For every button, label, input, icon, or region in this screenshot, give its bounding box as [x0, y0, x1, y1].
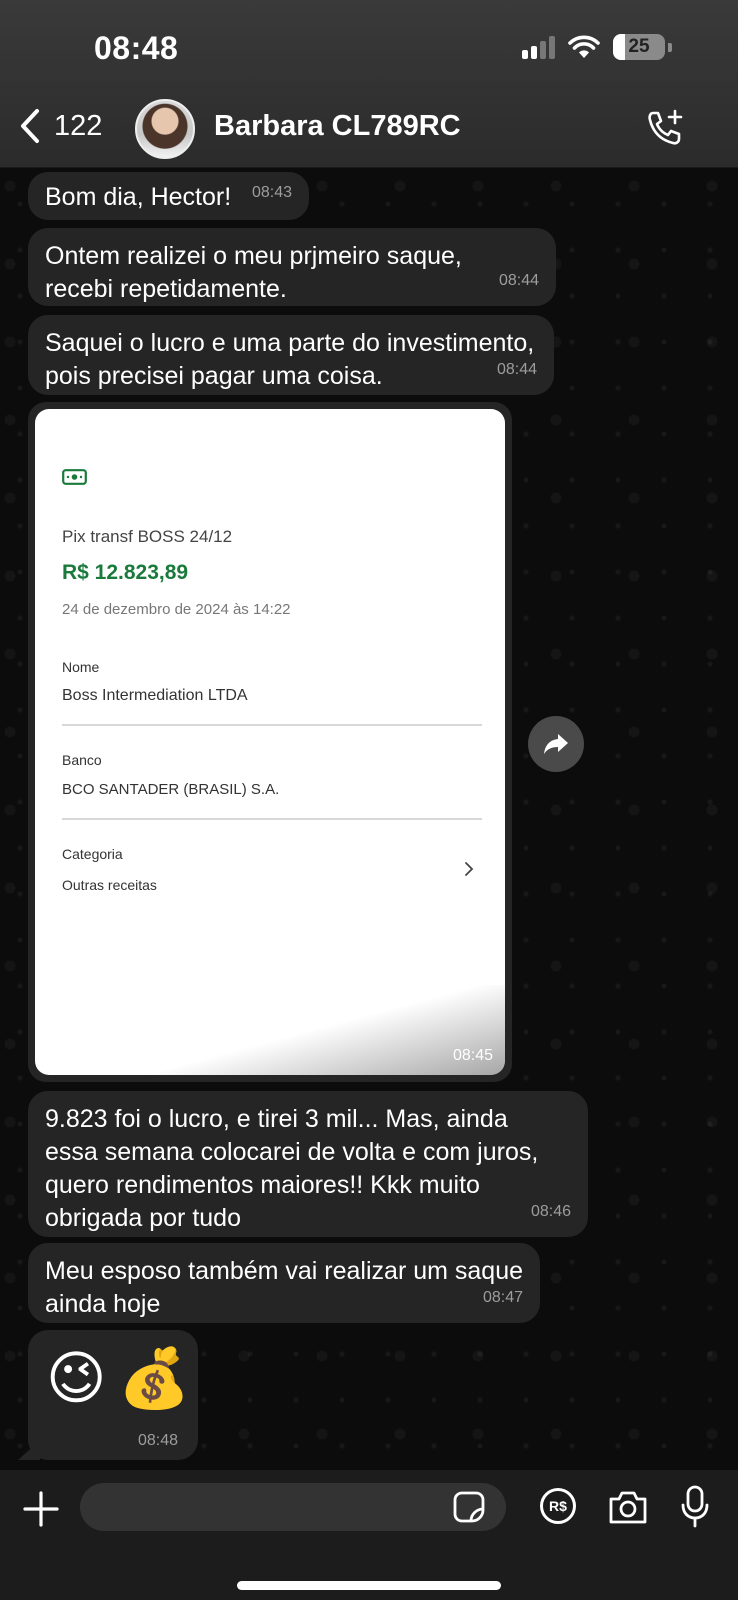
- message-bubble[interactable]: Bom dia, Hector! 08:43: [28, 172, 309, 220]
- bank-label: Banco: [62, 752, 102, 768]
- plus-icon[interactable]: [22, 1490, 60, 1528]
- status-icons: 25: [522, 34, 672, 60]
- forward-arrow-icon: [544, 734, 568, 754]
- winking-face-emoji: 😉: [46, 1344, 107, 1412]
- receipt-title: Pix transf BOSS 24/12: [62, 527, 233, 546]
- home-indicator[interactable]: [237, 1581, 501, 1590]
- receipt-amount: R$ 12.823,89: [62, 561, 189, 584]
- message-time: 08:46: [530, 1203, 571, 1220]
- avatar[interactable]: [135, 99, 195, 159]
- message-input[interactable]: [80, 1483, 506, 1531]
- category-value: Outras receitas: [62, 877, 157, 893]
- message-time: 08:45: [452, 1047, 493, 1064]
- payment-label: R$: [549, 1498, 567, 1514]
- name-label: Nome: [62, 659, 100, 675]
- back-button[interactable]: 122: [18, 108, 102, 144]
- message-time: 08:48: [137, 1432, 178, 1449]
- chevron-left-icon: [21, 109, 39, 143]
- message-time: 08:47: [482, 1289, 523, 1306]
- message-time: 08:44: [496, 361, 537, 378]
- contact-name[interactable]: Barbara CL789RC: [214, 110, 461, 143]
- divider: [62, 818, 482, 820]
- chevron-right-icon: [465, 862, 474, 876]
- message-text: Saquei o lucro e uma parte do investimen…: [45, 329, 535, 390]
- bank-value: BCO SANTADER (BRASIL) S.A.: [62, 781, 280, 798]
- message-time: 08:43: [251, 184, 292, 201]
- signal-icon: [522, 35, 555, 59]
- divider: [62, 724, 482, 726]
- payment-button[interactable]: R$: [540, 1488, 576, 1524]
- unread-count: 122: [54, 109, 103, 142]
- call-add-icon[interactable]: [645, 108, 685, 148]
- money-bag-emoji: 💰: [118, 1344, 191, 1412]
- wifi-icon: [568, 35, 600, 58]
- status-time: 08:48: [94, 30, 179, 66]
- receipt-date: 24 de dezembro de 2024 às 14:22: [62, 601, 291, 618]
- sticker-icon[interactable]: [452, 1490, 486, 1524]
- message-text: Bom dia, Hector!: [45, 183, 232, 211]
- camera-icon[interactable]: [607, 1488, 649, 1526]
- message-bubble[interactable]: Meu esposo também vai realizar um saque …: [28, 1243, 540, 1323]
- microphone-icon[interactable]: [680, 1485, 710, 1529]
- message-text: Ontem realizei o meu prjmeiro saque, rec…: [45, 242, 462, 303]
- message-text: 9.823 foi o lucro, e tirei 3 mil... Mas,…: [45, 1105, 539, 1232]
- message-bubble[interactable]: 9.823 foi o lucro, e tirei 3 mil... Mas,…: [28, 1091, 588, 1237]
- emoji-message[interactable]: 😉 💰 08:48: [28, 1330, 198, 1460]
- forward-button[interactable]: [528, 716, 584, 772]
- message-time: 08:44: [498, 272, 539, 289]
- receipt-image[interactable]: Pix transf BOSS 24/12 R$ 12.823,89 24 de…: [35, 409, 505, 1075]
- name-value: Boss Intermediation LTDA: [62, 687, 248, 704]
- message-bubble[interactable]: Ontem realizei o meu prjmeiro saque, rec…: [28, 228, 556, 306]
- image-message[interactable]: Pix transf BOSS 24/12 R$ 12.823,89 24 de…: [28, 402, 512, 1082]
- battery-icon: 25: [613, 34, 665, 60]
- chat-header: 08:48 25 122 Barbara CL789RC: [0, 0, 738, 168]
- cash-icon: [62, 469, 87, 485]
- battery-level: 25: [628, 36, 650, 57]
- message-bubble[interactable]: Saquei o lucro e uma parte do investimen…: [28, 315, 554, 395]
- category-label: Categoria: [62, 846, 123, 862]
- message-text: Meu esposo também vai realizar um saque …: [45, 1257, 524, 1318]
